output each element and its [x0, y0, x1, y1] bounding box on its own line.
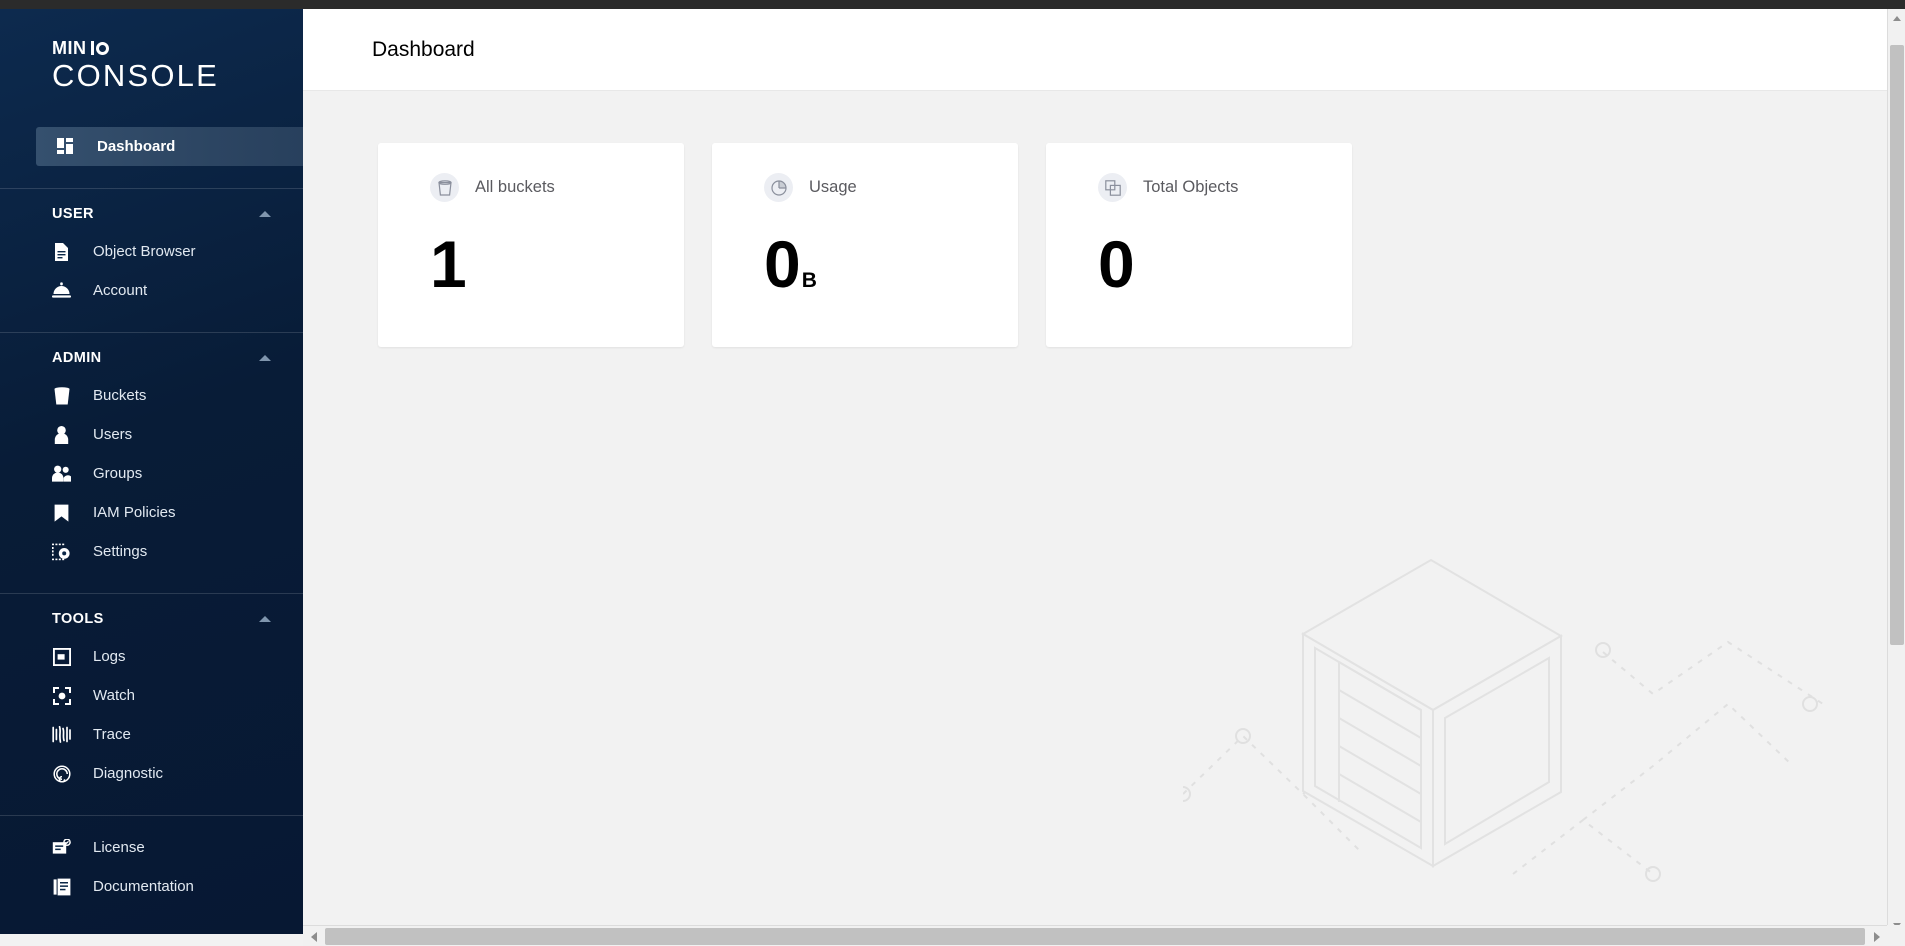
sidebar-item-label: Logs: [93, 648, 126, 665]
sidebar-section-title: TOOLS: [52, 611, 104, 627]
sidebar-item-label: IAM Policies: [93, 504, 176, 521]
brand-logo[interactable]: MIN CONSOLE: [0, 9, 303, 94]
sidebar-item-label: Groups: [93, 465, 143, 482]
sidebar-item-label: Buckets: [93, 387, 147, 404]
card-all-buckets[interactable]: All buckets 1: [378, 143, 684, 347]
minio-console-window: MIN CONSOLE Dashboard USER Object Browse…: [0, 0, 1905, 946]
sidebar-item-label: Settings: [93, 543, 148, 560]
sidebar-item-logs[interactable]: Logs: [0, 637, 303, 676]
card-unit: B: [801, 269, 817, 292]
card-number: 0: [1098, 227, 1135, 301]
document-icon: [52, 242, 71, 261]
objects-stack-icon: [1098, 173, 1127, 202]
card-value: 1: [430, 231, 684, 297]
pulse-spiral-icon: [52, 764, 71, 783]
sidebar-section-user[interactable]: USER: [0, 189, 303, 232]
scrollbar-corner: [1887, 925, 1905, 946]
card-number: 1: [430, 227, 467, 301]
main-content: All buckets 1 Usage 0 B Total Objects 0: [303, 91, 1887, 916]
browser-chrome-strip: [0, 0, 1905, 9]
sidebar-item-dashboard[interactable]: Dashboard: [36, 127, 303, 166]
horizontal-scrollbar[interactable]: [303, 925, 1905, 946]
sidebar-item-trace[interactable]: Trace: [0, 715, 303, 754]
sidebar-item-account[interactable]: Account: [0, 271, 303, 310]
logo-minio: MIN: [52, 39, 303, 57]
card-value: 0 B: [764, 231, 1018, 297]
card-label: Usage: [809, 178, 857, 196]
sidebar-item-label: Watch: [93, 687, 135, 704]
isometric-server-rack-illustration: [1175, 544, 1824, 916]
sidebar-item-license[interactable]: License: [0, 828, 303, 867]
card-header: Usage: [764, 173, 1018, 202]
card-value: 0: [1098, 231, 1352, 297]
bookmark-icon: [52, 503, 71, 522]
sidebar-item-documentation[interactable]: Documentation: [0, 867, 303, 906]
sidebar-section-admin[interactable]: ADMIN: [0, 333, 303, 376]
scroll-up-arrow[interactable]: [1888, 9, 1905, 27]
card-label: All buckets: [475, 178, 555, 196]
sidebar-item-label: Diagnostic: [93, 765, 164, 782]
card-number: 0: [764, 227, 801, 301]
sidebar-item-label: License: [93, 839, 145, 856]
book-icon: [52, 877, 71, 896]
sidebar-item-label: Trace: [93, 726, 131, 743]
sidebar-item-label: Users: [93, 426, 133, 443]
sidebar: MIN CONSOLE Dashboard USER Object Browse…: [0, 9, 303, 934]
focus-target-icon: [52, 686, 71, 705]
license-badge-icon: [52, 838, 71, 857]
sidebar-item-diagnostic[interactable]: Diagnostic: [0, 754, 303, 793]
sidebar-item-watch[interactable]: Watch: [0, 676, 303, 715]
chevron-up-icon[interactable]: [259, 211, 271, 217]
service-bell-icon: [52, 281, 71, 300]
user-icon: [52, 425, 71, 444]
sidebar-item-users[interactable]: Users: [0, 415, 303, 454]
logo-io-mark: [90, 41, 109, 55]
dashboard-cards-row: All buckets 1 Usage 0 B Total Objects 0: [303, 91, 1887, 347]
window-icon: [52, 647, 71, 666]
sidebar-item-label: Object Browser: [93, 243, 196, 260]
logo-i-bar: [90, 41, 94, 55]
sidebar-item-iam-policies[interactable]: IAM Policies: [0, 493, 303, 532]
chevron-up-icon[interactable]: [259, 355, 271, 361]
sidebar-item-settings[interactable]: Settings: [0, 532, 303, 571]
sidebar-section-title: ADMIN: [52, 350, 102, 366]
card-label: Total Objects: [1143, 178, 1239, 196]
pie-chart-icon: [764, 173, 793, 202]
scroll-right-arrow[interactable]: [1866, 926, 1887, 946]
vertical-scrollbar[interactable]: [1887, 9, 1905, 934]
card-header: All buckets: [430, 173, 684, 202]
vertical-scrollbar-thumb[interactable]: [1890, 45, 1904, 645]
sidebar-item-buckets[interactable]: Buckets: [0, 376, 303, 415]
gear-icon: [52, 542, 71, 561]
page-header: Dashboard: [303, 9, 1887, 91]
waveform-icon: [52, 725, 71, 744]
logo-min-text: MIN: [52, 38, 87, 58]
dashboard-icon: [56, 137, 75, 156]
sidebar-item-label: Account: [93, 282, 148, 299]
sidebar-item-groups[interactable]: Groups: [0, 454, 303, 493]
bucket-icon: [52, 386, 71, 405]
sidebar-item-label: Documentation: [93, 878, 194, 895]
card-header: Total Objects: [1098, 173, 1352, 202]
chevron-up-icon[interactable]: [259, 616, 271, 622]
scroll-left-arrow[interactable]: [303, 926, 324, 946]
sidebar-item-object-browser[interactable]: Object Browser: [0, 232, 303, 271]
horizontal-scrollbar-thumb[interactable]: [325, 928, 1865, 945]
sidebar-item-label: Dashboard: [97, 138, 176, 155]
bucket-icon: [430, 173, 459, 202]
page-title: Dashboard: [372, 37, 475, 61]
logo-console-text: CONSOLE: [52, 58, 219, 93]
card-total-objects[interactable]: Total Objects 0: [1046, 143, 1352, 347]
sidebar-section-title: USER: [52, 206, 94, 222]
sidebar-section-tools[interactable]: TOOLS: [0, 594, 303, 637]
card-usage[interactable]: Usage 0 B: [712, 143, 1018, 347]
users-group-icon: [52, 464, 71, 483]
logo-o-circle: [95, 41, 109, 55]
